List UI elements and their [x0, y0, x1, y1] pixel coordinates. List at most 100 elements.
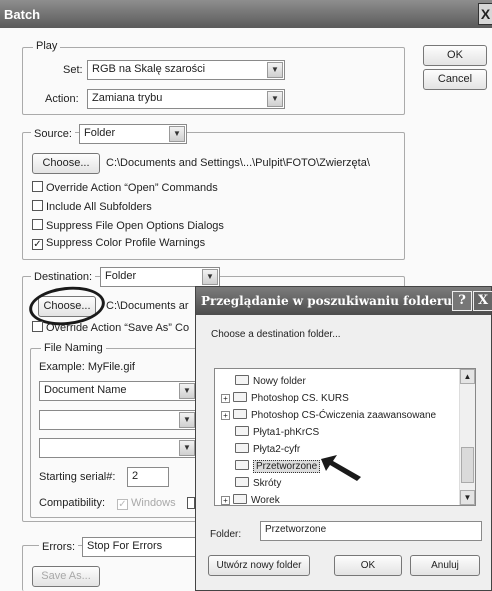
compat-next-checkbox[interactable] — [187, 497, 195, 509]
dialog-title-bar: Przeglądanie w poszukiwaniu folderu ? X — [196, 287, 492, 315]
folder-tree[interactable]: Nowy folder + Photoshop CS. KURS + Photosh… — [214, 368, 476, 506]
override-save-as-checkbox[interactable]: Override Action “Save As” Co — [32, 321, 189, 334]
naming-value-1: Document Name — [44, 384, 127, 396]
new-folder-button[interactable]: Utwórz nowy folder — [208, 555, 310, 576]
dialog-title: Przeglądanie w poszukiwaniu folderu — [201, 294, 452, 308]
errors-label: Errors: — [39, 541, 78, 553]
tree-item-label: Płyta2-cyfr — [253, 444, 301, 455]
action-label: Action: — [45, 93, 79, 105]
destination-label: Destination: — [31, 271, 96, 283]
checkbox-label: Suppress File Open Options Dialogs — [46, 220, 224, 232]
close-icon[interactable]: X — [478, 3, 492, 25]
action-select[interactable]: Zamiana trybu ▼ — [87, 89, 285, 109]
folder-input[interactable]: Przetworzone — [260, 521, 482, 541]
close-icon[interactable]: X — [473, 291, 492, 311]
chevron-down-icon: ▼ — [169, 126, 185, 142]
tree-item-label: Skróty — [253, 478, 282, 489]
folder-icon — [233, 494, 247, 504]
override-open-checkbox[interactable]: Override Action “Open” Commands — [32, 181, 218, 194]
checkbox-box[interactable] — [32, 219, 43, 230]
tree-item[interactable]: + Photoshop CS-Ćwiczenia zaawansowane — [221, 409, 436, 421]
source-select[interactable]: Folder ▼ — [79, 124, 187, 144]
tree-item[interactable]: Płyta2-cyfr — [235, 443, 300, 455]
scroll-down-icon[interactable]: ▼ — [460, 490, 475, 505]
play-legend: Play — [33, 40, 61, 52]
folder-icon — [233, 409, 247, 419]
folder-icon — [235, 443, 249, 453]
chevron-down-icon: ▼ — [179, 383, 195, 399]
set-select[interactable]: RGB na Skalę szarości ▼ — [87, 60, 285, 80]
tree-item[interactable]: Płyta1-phKrCS — [235, 426, 319, 438]
checkbox-label: Windows — [131, 497, 176, 509]
tree-item-label: Przetworzone — [253, 460, 321, 473]
tree-item[interactable]: + Photoshop CS. KURS — [221, 392, 349, 404]
destination-path: C:\Documents ar — [106, 300, 189, 312]
expand-icon[interactable]: + — [221, 411, 230, 420]
checkbox-label: Override Action “Open” Commands — [46, 182, 218, 194]
scroll-thumb[interactable] — [461, 447, 474, 483]
compat-windows-checkbox[interactable]: ✓ Windows — [117, 497, 176, 510]
tree-item-label: Worek — [251, 495, 280, 506]
errors-value: Stop For Errors — [87, 540, 163, 552]
folder-icon — [235, 477, 249, 487]
checkbox-label: Override Action “Save As” Co — [46, 322, 190, 334]
destination-select[interactable]: Folder ▼ — [100, 267, 220, 287]
expand-icon[interactable]: + — [221, 394, 230, 403]
source-path: C:\Documents and Settings\...\Pulpit\FOT… — [106, 157, 370, 169]
folder-icon — [235, 375, 249, 385]
source-choose-button[interactable]: Choose... — [32, 153, 100, 174]
chevron-down-icon: ▼ — [267, 91, 283, 107]
tree-item-label: Nowy folder — [253, 376, 306, 387]
naming-select-1[interactable]: Document Name ▼ — [39, 381, 197, 401]
serial-label: Starting serial#: — [39, 471, 116, 483]
set-value: RGB na Skalę szarości — [92, 63, 206, 75]
tree-item[interactable]: + Worek — [221, 494, 280, 506]
folder-icon — [233, 392, 247, 402]
tree-scrollbar[interactable]: ▲ ▼ — [459, 369, 475, 505]
suppress-open-options-checkbox[interactable]: Suppress File Open Options Dialogs — [32, 219, 224, 232]
save-as-button[interactable]: Save As... — [32, 566, 100, 587]
dialog-cancel-button[interactable]: Anuluj — [410, 555, 480, 576]
example-text: Example: MyFile.gif — [39, 361, 135, 373]
tree-item-label: Photoshop CS. KURS — [251, 393, 349, 404]
set-label: Set: — [63, 64, 83, 76]
checkbox-box[interactable] — [32, 181, 43, 192]
chevron-down-icon: ▼ — [267, 62, 283, 78]
help-icon[interactable]: ? — [452, 291, 472, 311]
errors-select[interactable]: Stop For Errors — [82, 537, 202, 557]
window-title: Batch — [4, 7, 41, 22]
folder-icon — [235, 460, 249, 470]
file-naming-legend: File Naming — [41, 342, 106, 354]
browse-folder-dialog: Przeglądanie w poszukiwaniu folderu ? X … — [195, 286, 492, 591]
folder-icon — [235, 426, 249, 436]
title-bar: Batch X — [0, 0, 492, 28]
naming-select-3[interactable]: ▼ — [39, 438, 197, 458]
checkbox-box[interactable] — [32, 321, 43, 332]
checkbox-label: Suppress Color Profile Warnings — [46, 237, 206, 249]
tree-item-selected[interactable]: Przetworzone — [235, 460, 321, 473]
checkbox-label: Include All Subfolders — [46, 201, 152, 213]
tree-item[interactable]: Skróty — [235, 477, 281, 489]
expand-icon[interactable]: + — [221, 496, 230, 505]
cancel-button[interactable]: Cancel — [423, 69, 487, 90]
checkbox-box[interactable]: ✓ — [32, 239, 43, 250]
tree-item-label: Płyta1-phKrCS — [253, 427, 320, 438]
tree-item-label: Photoshop CS-Ćwiczenia zaawansowane — [251, 410, 437, 421]
naming-select-2[interactable]: ▼ — [39, 410, 197, 430]
checkbox-box[interactable] — [32, 200, 43, 211]
chevron-down-icon: ▼ — [179, 440, 195, 456]
tree-item[interactable]: Nowy folder — [235, 375, 306, 387]
ok-button[interactable]: OK — [423, 45, 487, 66]
checkbox-box[interactable]: ✓ — [117, 499, 128, 510]
scroll-up-icon[interactable]: ▲ — [460, 369, 475, 384]
pointer-arrow-icon — [321, 455, 361, 481]
folder-label: Folder: — [210, 529, 242, 540]
suppress-color-profile-checkbox[interactable]: ✓ Suppress Color Profile Warnings — [32, 237, 205, 250]
dialog-ok-button[interactable]: OK — [334, 555, 402, 576]
action-value: Zamiana trybu — [92, 92, 163, 104]
include-subfolders-checkbox[interactable]: Include All Subfolders — [32, 200, 152, 213]
source-value: Folder — [84, 127, 116, 139]
serial-input[interactable]: 2 — [127, 467, 169, 487]
compatibility-label: Compatibility: — [39, 497, 106, 509]
destination-value: Folder — [105, 270, 137, 282]
